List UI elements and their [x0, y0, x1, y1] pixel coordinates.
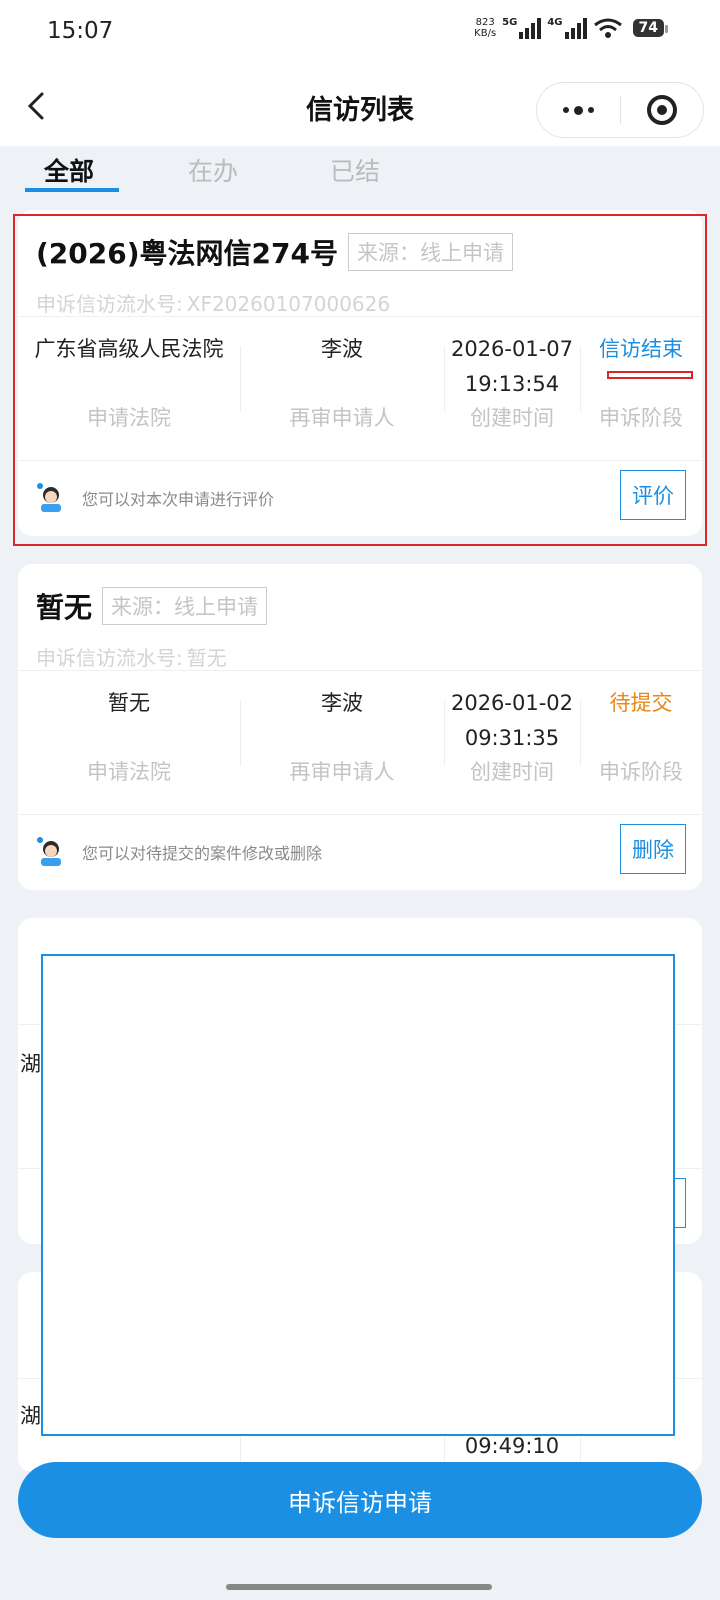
- service-avatar-icon: [37, 837, 61, 866]
- case-number: (2026)粤法网信274号: [36, 237, 338, 270]
- tip-text: 您可以对本次申请进行评价: [82, 490, 275, 509]
- created-time-peek: 09:49:10: [464, 1434, 560, 1458]
- court-value-peek: 湖: [20, 1404, 41, 1428]
- applicant-label: 再审申请人: [289, 406, 395, 430]
- status-time: 15:07: [47, 18, 114, 44]
- applicant-value: 李波: [321, 337, 363, 361]
- applicant-label: 再审申请人: [289, 760, 395, 784]
- signal-4g-icon: [564, 17, 587, 39]
- filter-tabs: 全部 在办 已结: [0, 146, 720, 192]
- court-label: 申请法院: [87, 760, 171, 784]
- court-value-peek: 湖: [20, 1052, 41, 1076]
- battery-icon: 74: [632, 19, 669, 37]
- applicant-value: 李波: [321, 691, 363, 715]
- evaluate-button[interactable]: 评价: [620, 470, 686, 520]
- tab-all[interactable]: 全部: [44, 152, 94, 188]
- nav-bar: 信访列表: [0, 66, 720, 146]
- status-bar: 15:07 823 KB/s 5G 4G 74: [0, 0, 720, 66]
- stage-label: 申诉阶段: [599, 406, 683, 430]
- stage-value: 信访结束: [599, 337, 683, 361]
- created-value: 2026-01-07 19:13:54: [450, 337, 574, 396]
- case-info-grid: 广东省高级人民法院 申请法院 李波 再审申请人 2026-01-07 19:13…: [18, 318, 702, 458]
- new-petition-button[interactable]: 申诉信访申请: [18, 1462, 702, 1538]
- miniapp-capsule: [536, 82, 704, 138]
- source-tag: 来源：线上申请: [347, 233, 513, 271]
- more-dots-icon: [562, 105, 594, 115]
- petition-card[interactable]: 暂无 来源：线上申请 申诉信访流水号: 暂无 暂无 申请法院 李波 再审申请人 2…: [18, 564, 702, 890]
- stage-underline-mark: [607, 371, 693, 379]
- tip-row: 您可以对待提交的案件修改或删除 删除: [18, 814, 702, 884]
- court-label: 申请法院: [87, 406, 171, 430]
- court-value: 广东省高级人民法院: [34, 337, 224, 361]
- wifi-icon: [593, 18, 622, 38]
- target-circle-icon: [646, 95, 677, 125]
- home-indicator[interactable]: [226, 1584, 492, 1590]
- net-speed: 823 KB/s: [474, 17, 497, 39]
- case-info-grid: 暂无 申请法院 李波 再审申请人 2026-01-02 09:31:35 创建时…: [18, 672, 702, 812]
- more-button[interactable]: [537, 83, 620, 137]
- case-number: 暂无: [36, 591, 93, 624]
- close-miniapp-button[interactable]: [621, 83, 704, 137]
- petition-card[interactable]: (2026)粤法网信274号 来源：线上申请 申诉信访流水号: XF2026010…: [18, 210, 702, 536]
- created-label: 创建时间: [470, 406, 554, 430]
- stage-value: 待提交: [609, 691, 673, 715]
- stage-label: 申诉阶段: [599, 760, 683, 784]
- created-value: 2026-01-02 09:31:35: [450, 691, 574, 750]
- tab-closed[interactable]: 已结: [330, 152, 380, 188]
- created-label: 创建时间: [470, 760, 554, 784]
- tip-text: 您可以对待提交的案件修改或删除: [82, 844, 323, 863]
- serial-number: 申诉信访流水号: XF20260107000626: [36, 292, 391, 316]
- sig-4g-label: 4G: [547, 17, 563, 28]
- tab-underline: [25, 188, 119, 192]
- tab-in-progress[interactable]: 在办: [188, 152, 238, 188]
- signal-5g-icon: [519, 17, 542, 39]
- occluding-overlay: [41, 954, 675, 1436]
- status-icons: 823 KB/s 5G 4G 74: [474, 17, 669, 39]
- delete-button[interactable]: 删除: [620, 824, 686, 874]
- serial-number: 申诉信访流水号: 暂无: [36, 646, 227, 670]
- court-value: 暂无: [108, 691, 150, 715]
- tip-row: 您可以对本次申请进行评价 评价: [18, 460, 702, 530]
- service-avatar-icon: [37, 483, 61, 512]
- sig-5g-label: 5G: [502, 17, 518, 28]
- source-tag: 来源：线上申请: [102, 587, 268, 625]
